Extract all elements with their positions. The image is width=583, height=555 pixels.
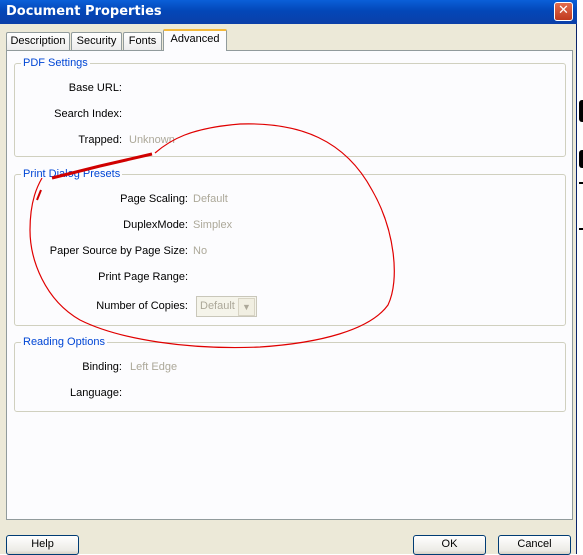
tab-security[interactable]: Security	[71, 32, 122, 50]
tab-fonts[interactable]: Fonts	[123, 32, 162, 50]
title-bar[interactable]: Document Properties ✕	[0, 0, 577, 24]
print-dialog-presets-group: Print Dialog Presets Page Scaling: Defau…	[14, 168, 566, 326]
advanced-tab-panel: PDF Settings Base URL: Search Index: Tra…	[6, 50, 573, 520]
pdf-settings-group: PDF Settings Base URL: Search Index: Tra…	[14, 57, 566, 157]
document-properties-dialog: Document Properties ✕ Description Securi…	[0, 0, 577, 555]
search-index-label: Search Index:	[54, 108, 122, 120]
paper-source-label: Paper Source by Page Size:	[49, 245, 188, 257]
window-title: Document Properties	[6, 4, 162, 19]
binding-value: Left Edge	[130, 361, 178, 373]
cancel-button[interactable]: Cancel	[498, 535, 571, 555]
binding-label: Binding:	[82, 361, 122, 373]
help-button[interactable]: Help	[6, 535, 79, 555]
background-window-edge	[578, 100, 583, 240]
print-presets-legend: Print Dialog Presets	[21, 168, 123, 180]
ok-button[interactable]: OK	[413, 535, 486, 555]
number-of-copies-label: Number of Copies:	[96, 300, 188, 312]
reading-options-group: Reading Options Binding: Left Edge Langu…	[14, 336, 566, 412]
number-of-copies-value: Default	[200, 300, 235, 312]
tab-advanced[interactable]: Advanced	[163, 29, 227, 51]
close-icon[interactable]: ✕	[554, 2, 573, 21]
page-scaling-value: Default	[193, 193, 228, 205]
pdf-settings-legend: PDF Settings	[21, 57, 90, 69]
number-of-copies-select[interactable]: Default ▼	[196, 296, 257, 317]
trapped-value: Unknown	[129, 134, 175, 146]
duplex-mode-label: DuplexMode:	[123, 219, 188, 231]
reading-options-legend: Reading Options	[21, 336, 107, 348]
print-page-range-label: Print Page Range:	[98, 271, 188, 283]
tab-description[interactable]: Description	[6, 32, 70, 50]
trapped-label: Trapped:	[78, 134, 122, 146]
base-url-label: Base URL:	[68, 82, 122, 94]
chevron-down-icon[interactable]: ▼	[238, 298, 255, 316]
paper-source-value: No	[193, 245, 208, 257]
page-scaling-label: Page Scaling:	[120, 193, 188, 205]
language-label: Language:	[70, 387, 122, 399]
duplex-mode-value: Simplex	[193, 219, 233, 231]
